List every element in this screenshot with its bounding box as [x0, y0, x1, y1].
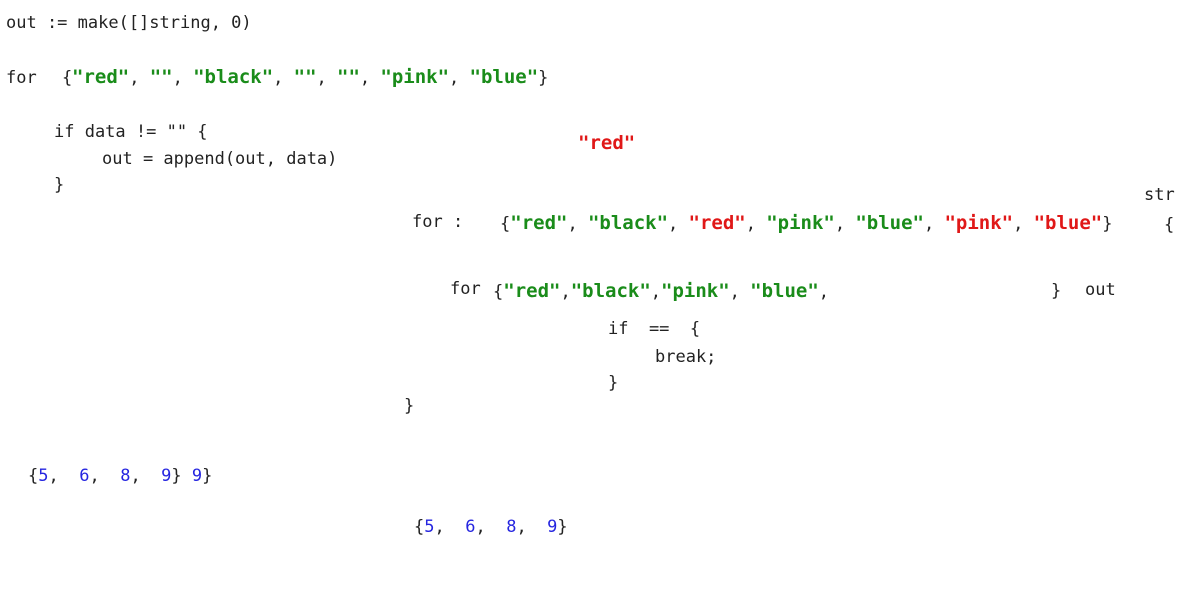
number-literal: 5: [38, 466, 49, 486]
for-open-brace: {: [62, 68, 73, 88]
close-brace: }: [1102, 214, 1113, 234]
string-literal: "red": [510, 212, 568, 234]
string-literal: "pink": [661, 280, 730, 302]
close-brace: }: [171, 466, 192, 486]
separator: ,: [729, 282, 751, 302]
separator: ,: [316, 68, 337, 88]
if-line: if data != "" {: [54, 122, 208, 142]
inner-if-line: if == {: [608, 319, 701, 339]
close-brace: }: [557, 517, 568, 537]
make-line: out := make([]string, 0): [6, 13, 252, 33]
outer-for-keyword: for :: [412, 212, 464, 232]
separator: ,: [434, 517, 466, 537]
append-line: out = append(out, data): [102, 149, 338, 169]
string-literal: "": [149, 66, 173, 88]
string-literal: "blue": [855, 212, 924, 234]
separator: ,: [89, 466, 121, 486]
string-literal: "pink": [766, 212, 835, 234]
string-literal: "": [337, 66, 360, 88]
separator: ,: [48, 466, 80, 486]
number-literal: 9: [191, 466, 203, 486]
string-literal: "blue": [1033, 212, 1103, 234]
inner-out-label: out: [1085, 280, 1116, 300]
separator: ,: [172, 68, 194, 88]
string-literal: "pink": [944, 212, 1014, 234]
separator: ,: [745, 214, 767, 234]
separator: ,: [516, 517, 548, 537]
string-literal: "red": [503, 280, 561, 302]
number-literal: 8: [506, 517, 517, 537]
inner-close-brace: }: [1051, 281, 1062, 301]
string-literal: "pink": [380, 66, 450, 88]
outer-end-brace: }: [404, 396, 415, 416]
outer-string-list: {"red", "black", "red", "pink", "blue", …: [500, 212, 1112, 235]
separator: ,: [818, 282, 840, 302]
break-line: break;: [655, 347, 717, 367]
separator: ,: [273, 68, 294, 88]
for-keyword: for: [6, 68, 37, 88]
number-literal: 8: [120, 466, 131, 486]
inner-if-close-brace: }: [608, 373, 619, 393]
right-number-list: {5, 6, 8, 9}: [414, 516, 568, 538]
separator: ,: [650, 282, 662, 302]
number-literal: 6: [79, 466, 90, 486]
if-close-brace: }: [54, 175, 65, 195]
close-brace: }: [538, 68, 549, 88]
open-brace: {: [28, 466, 39, 486]
left-number-list: {5, 6, 8, 9} 9}: [28, 465, 212, 487]
string-literal: "red": [688, 212, 746, 234]
number-literal: 9: [547, 517, 558, 537]
separator: ,: [449, 68, 470, 88]
string-literal: "blue": [469, 66, 539, 88]
floating-red-string: "red": [578, 132, 636, 154]
separator: ,: [923, 214, 945, 234]
number-literal: 9: [161, 466, 172, 486]
separator: ,: [129, 68, 150, 88]
outer-open-brace: {: [1164, 215, 1175, 235]
separator: ,: [834, 214, 856, 234]
separator: ,: [668, 214, 689, 234]
open-brace: {: [493, 282, 504, 302]
separator: ,: [567, 214, 588, 234]
string-literal: "black": [587, 212, 669, 234]
separator: ,: [475, 517, 507, 537]
inner-string-list: {"red","black","pink", "blue",: [493, 280, 839, 303]
string-literal: "red": [72, 66, 130, 88]
separator: ,: [359, 68, 381, 88]
separator: ,: [1013, 214, 1034, 234]
str-label: str: [1144, 185, 1175, 205]
string-literal: "black": [570, 280, 651, 302]
inner-for-keyword: for: [450, 279, 481, 299]
string-literal: "black": [193, 66, 274, 88]
number-literal: 5: [424, 517, 435, 537]
left-string-list: "red", "", "black", "", "", "pink", "blu…: [72, 66, 548, 89]
close-brace: }: [202, 466, 213, 486]
open-brace: {: [500, 214, 511, 234]
open-brace: {: [414, 517, 425, 537]
separator: ,: [130, 466, 162, 486]
number-literal: 6: [465, 517, 476, 537]
string-literal: "blue": [750, 280, 819, 302]
string-literal: "": [293, 66, 317, 88]
separator: ,: [560, 282, 571, 302]
